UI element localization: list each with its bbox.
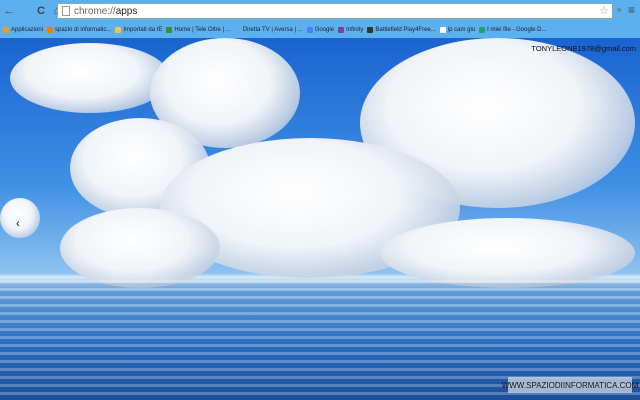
watermark-label: WWW.SPAZIODIINFORMATICA.COM xyxy=(502,377,638,393)
bookmark-favicon-icon xyxy=(338,27,345,33)
url-text: chrome://apps xyxy=(74,6,137,17)
bookmark-favicon-icon xyxy=(439,27,446,33)
bookmark-item[interactable]: spazio di informatic... xyxy=(47,27,111,33)
previous-page-arrow[interactable]: ‹ xyxy=(16,216,20,230)
bookmark-label: Google xyxy=(314,27,335,33)
bookmark-label: Home | Tele Oltre | ... xyxy=(174,27,231,33)
cloud xyxy=(380,218,635,288)
bookmark-star-icon[interactable]: ☆ xyxy=(599,4,609,17)
bookmark-item[interactable]: Battlefield Play4Free... xyxy=(367,27,436,33)
extensions-overflow-icon[interactable]: » xyxy=(617,5,621,14)
bookmark-label: Applicazioni xyxy=(11,27,44,33)
bookmark-favicon-icon xyxy=(115,27,122,33)
chrome-menu-icon[interactable]: ≡ xyxy=(628,3,635,17)
bookmark-item[interactable]: Home | Tele Oltre | ... xyxy=(166,27,231,33)
bookmark-item[interactable]: Google xyxy=(306,27,335,33)
new-tab-background: TONYLEONE1978@gmail.com ‹ WWW.SPAZIODIIN… xyxy=(0,38,640,400)
bookmark-label: spazio di informatic... xyxy=(55,27,112,33)
cloud xyxy=(10,43,170,113)
bookmark-item[interactable]: Importati da IE xyxy=(115,27,162,33)
bookmark-label: Battlefield Play4Free... xyxy=(375,27,436,33)
page-icon xyxy=(62,6,70,16)
cloud xyxy=(60,208,220,288)
bookmark-label: Diretta TV | Aversa | ... xyxy=(242,27,303,33)
forward-button[interactable]: → xyxy=(18,5,32,17)
bookmark-label: ip cam giu xyxy=(447,27,476,33)
bookmark-item[interactable]: Infinity xyxy=(338,27,363,33)
bookmark-label: Importati da IE xyxy=(123,27,163,33)
user-email[interactable]: TONYLEONE1978@gmail.com xyxy=(531,44,636,53)
bookmark-label: I miei file - Google D... xyxy=(487,27,547,33)
bookmarks-bar: Applicazioni spazio di informatic... Impor… xyxy=(0,22,640,38)
bookmark-favicon-icon xyxy=(306,27,313,33)
bookmark-favicon-icon xyxy=(3,27,9,33)
bookmark-favicon-icon xyxy=(479,27,486,33)
reload-button[interactable]: C xyxy=(34,5,48,17)
bookmark-item[interactable]: Diretta TV | Aversa | ... xyxy=(235,27,303,33)
url-host: apps xyxy=(115,5,138,17)
bookmark-label: Infinity xyxy=(346,27,364,33)
bookmark-item[interactable]: ip cam giu xyxy=(439,27,476,33)
browser-toolbar: ← → C ⌂ chrome://apps ☆ » ≡ xyxy=(0,0,640,22)
cloud xyxy=(0,198,40,238)
bookmark-favicon-icon xyxy=(47,27,54,33)
back-button[interactable]: ← xyxy=(2,5,16,17)
bookmark-item[interactable]: Applicazioni xyxy=(3,27,43,33)
url-prefix: chrome:// xyxy=(74,5,116,17)
bookmark-favicon-icon xyxy=(166,27,173,33)
address-bar[interactable]: chrome://apps ☆ xyxy=(57,3,613,19)
bookmark-favicon-icon xyxy=(235,27,241,33)
bookmark-favicon-icon xyxy=(367,27,374,33)
bookmark-item[interactable]: I miei file - Google D... xyxy=(479,27,547,33)
